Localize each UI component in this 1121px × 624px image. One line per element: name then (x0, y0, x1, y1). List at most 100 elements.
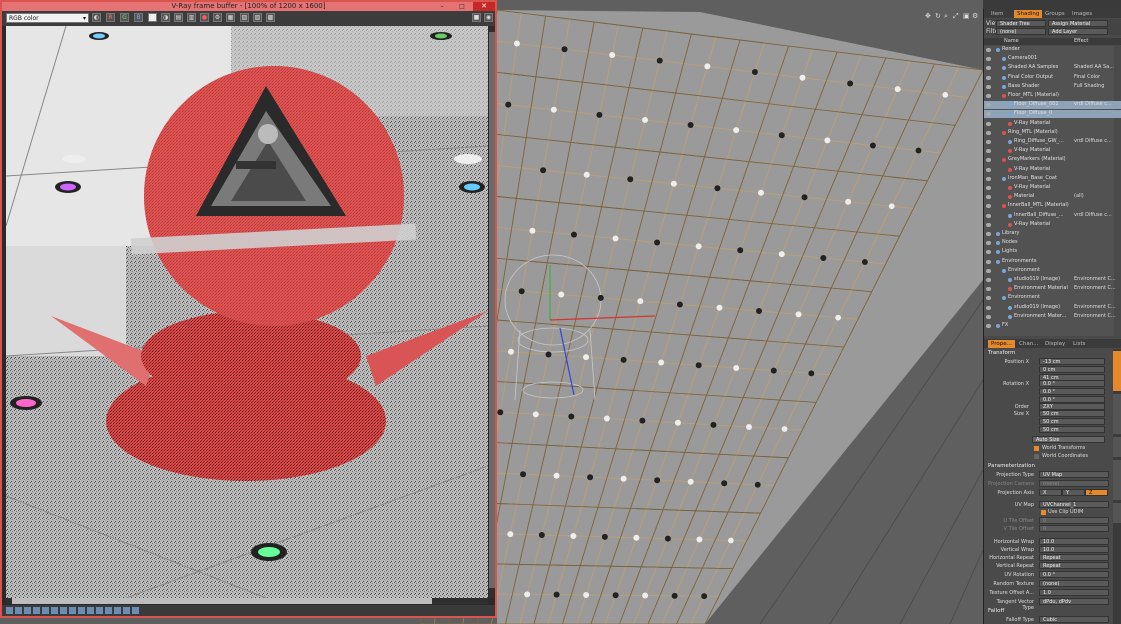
add-layer-button[interactable]: Add Layer (1048, 28, 1108, 35)
status-icon-3[interactable] (24, 607, 31, 614)
visibility-eye-icon[interactable] (986, 130, 991, 135)
tree-row[interactable]: GreyMarkers (Material) (984, 156, 1121, 164)
tree-row[interactable]: Floor_Diffuse_001 vrdl Diffuse c... (984, 101, 1121, 109)
tree-row[interactable]: Render (984, 46, 1121, 54)
tab-lists[interactable]: Lists (1070, 340, 1088, 348)
world-transforms-checkbox[interactable] (1034, 446, 1039, 451)
rotation-z-field[interactable]: 0.0 ° (1039, 396, 1105, 403)
rotation-x-field[interactable]: 0.0 ° (1039, 380, 1105, 387)
vertical-wrap-field[interactable]: 10.0 (1039, 546, 1109, 553)
tree-row[interactable]: InnerBall_Diffuse_... vrdl Diffuse c... (984, 212, 1121, 220)
position-y-field[interactable]: 0 cm (1039, 366, 1105, 373)
visibility-eye-icon[interactable] (986, 222, 991, 227)
side-tab-mesh[interactable] (1113, 437, 1121, 457)
visibility-eye-icon[interactable] (986, 241, 991, 246)
status-icon-11[interactable] (96, 607, 103, 614)
visibility-eye-icon[interactable] (986, 84, 991, 89)
status-icon-15[interactable] (132, 607, 139, 614)
tree-row[interactable]: Material (all) (984, 193, 1121, 201)
visibility-eye-icon[interactable] (986, 324, 991, 328)
visibility-eye-icon[interactable] (986, 149, 991, 154)
tree-row[interactable]: Final Color Output Final Color (984, 74, 1121, 82)
visibility-eye-icon[interactable] (986, 195, 991, 200)
tree-row[interactable]: Floor_MTL (Material) (984, 92, 1121, 100)
tab-channels[interactable]: Chan... (1016, 340, 1041, 348)
visibility-eye-icon[interactable] (986, 167, 991, 172)
blue-channel-button[interactable]: B (134, 13, 143, 22)
load-icon[interactable]: ▥ (187, 13, 196, 22)
tree-row[interactable]: Ring_MTL (Material) (984, 129, 1121, 137)
minimize-icon[interactable]: – (433, 2, 451, 11)
visibility-eye-icon[interactable] (986, 213, 991, 218)
tree-row[interactable]: V-Ray Material (984, 221, 1121, 229)
tree-row[interactable]: Nodes (984, 239, 1121, 247)
alpha-channel-icon[interactable] (148, 13, 157, 22)
visibility-eye-icon[interactable] (986, 278, 991, 282)
tree-row[interactable]: studio019 (Image) Environment C... (984, 304, 1121, 312)
texture-offset-field[interactable]: 1.0 (1039, 589, 1109, 596)
tab-display[interactable]: Display (1042, 340, 1068, 348)
tab-item[interactable]: Item (988, 10, 1007, 18)
visibility-eye-icon[interactable] (986, 204, 991, 209)
vertical-repeat-select[interactable]: Repeat (1039, 562, 1109, 569)
falloff-type-select[interactable]: Cubic (1039, 616, 1109, 623)
tree-row[interactable]: Environment (984, 267, 1121, 275)
projection-axis-z[interactable]: Z (1085, 489, 1108, 496)
lens-effects-icon[interactable]: ▨ (253, 13, 262, 22)
tree-row[interactable]: Environments (984, 258, 1121, 266)
world-coordinates-checkbox[interactable] (1034, 454, 1039, 459)
vfb-options-icon[interactable]: ◉ (484, 13, 493, 22)
tree-row[interactable]: Base Shader Full Shading (984, 83, 1121, 91)
status-icon-9[interactable] (78, 607, 85, 614)
tab-properties[interactable]: Prope... (988, 340, 1015, 348)
shader-tree[interactable]: Render Camera001 Shaded AA Samples Shaded A… (984, 46, 1121, 336)
tree-row[interactable]: Environment Mater... Environment C... (984, 313, 1121, 321)
size-z-field[interactable]: 50 cm (1039, 426, 1105, 433)
stop-icon[interactable]: ■ (472, 13, 481, 22)
size-x-field[interactable]: 50 cm (1039, 410, 1105, 417)
visibility-eye-icon[interactable] (986, 305, 991, 310)
tree-row[interactable]: Floor_Diffuse_0 (984, 110, 1121, 119)
position-x-field[interactable]: -13 cm (1039, 358, 1105, 365)
tab-shading[interactable]: Shading (1014, 10, 1043, 18)
render-icon[interactable]: ● (200, 13, 209, 22)
parameterization-section[interactable]: Parameterization (988, 463, 1035, 469)
tree-row[interactable]: FX (984, 322, 1121, 330)
projection-axis-y[interactable]: Y (1062, 489, 1085, 496)
color-correction-icon[interactable]: ▩ (266, 13, 275, 22)
visibility-eye-icon[interactable] (986, 232, 991, 236)
save-icon[interactable]: ▤ (174, 13, 183, 22)
uv-map-select[interactable]: UVChannel_1 (1039, 501, 1109, 508)
view-select[interactable]: Shader Tree (996, 20, 1046, 27)
tree-row[interactable]: Shaded AA Samples Shaded AA Sa... (984, 64, 1121, 72)
random-texture-select[interactable]: (none) (1039, 580, 1109, 587)
u-tile-field[interactable]: 0 (1039, 517, 1109, 524)
tree-row[interactable]: Library (984, 230, 1121, 238)
status-icon-12[interactable] (105, 607, 112, 614)
visibility-eye-icon[interactable] (986, 314, 991, 319)
status-icon-1[interactable] (6, 607, 13, 614)
tree-row[interactable]: V-Ray Material (984, 147, 1121, 155)
region-icon[interactable]: ▦ (226, 13, 235, 22)
vray-frame-buffer-window[interactable]: V-Ray frame buffer - [100% of 1200 x 160… (0, 0, 497, 618)
visibility-eye-icon[interactable] (986, 296, 991, 301)
status-icon-2[interactable] (15, 607, 22, 614)
visibility-eye-icon[interactable] (986, 259, 991, 264)
red-channel-button[interactable]: R (106, 13, 115, 22)
tree-row[interactable]: Ring_Diffuse_GW_... vrdl Diffuse c... (984, 138, 1121, 146)
tree-row[interactable]: V-Ray Material (984, 120, 1121, 128)
horizontal-scroll-thumb[interactable] (12, 598, 432, 604)
uv-rotation-field[interactable]: 0.0 ° (1039, 571, 1109, 578)
vertical-scroll-thumb[interactable] (489, 32, 495, 588)
tangent-vector-select[interactable]: dPdu, dPdv (1039, 598, 1109, 605)
horizontal-repeat-select[interactable]: Repeat (1039, 554, 1109, 561)
side-tab-user-channels[interactable] (1113, 460, 1121, 500)
track-mouse-icon[interactable]: ◐ (92, 13, 101, 22)
projection-camera-select[interactable]: (none) (1039, 480, 1109, 487)
tree-row[interactable]: InnerBall_MTL (Material) (984, 202, 1121, 210)
falloff-section[interactable]: Falloff (988, 608, 1004, 614)
history-icon[interactable]: ▧ (240, 13, 249, 22)
side-tab-tags[interactable] (1113, 503, 1121, 523)
status-icon-6[interactable] (51, 607, 58, 614)
visibility-eye-icon[interactable] (986, 176, 991, 181)
